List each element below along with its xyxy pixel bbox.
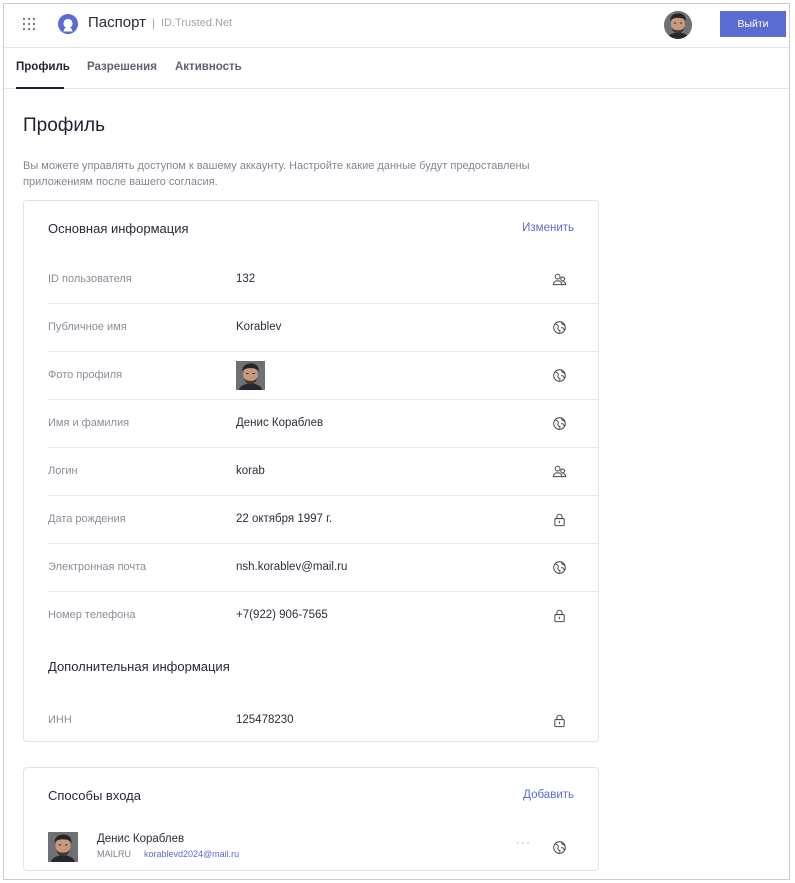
row-value: +7(922) 906-7565 — [236, 609, 328, 621]
active-tab-indicator — [16, 87, 64, 89]
basic-info-title: Основная информация — [48, 221, 189, 236]
logout-button[interactable]: Выйти — [720, 11, 786, 37]
row-label: Публичное имя — [48, 321, 127, 333]
globe-icon[interactable] — [552, 840, 567, 855]
brand-name: Паспорт — [88, 14, 146, 31]
profile-row-login: Логин korab — [48, 448, 599, 496]
profile-row-full-name: Имя и фамилия Денис Кораблев — [48, 400, 599, 448]
users-icon[interactable] — [552, 272, 567, 287]
row-label: Дата рождения — [48, 513, 126, 525]
row-value: nsh.korablev@mail.ru — [236, 561, 348, 573]
row-label: Фото профиля — [48, 369, 123, 381]
profile-row-email: Электронная почта nsh.korablev@mail.ru — [48, 544, 599, 592]
profile-row-birth-date: Дата рождения 22 октября 1997 г. — [48, 496, 599, 544]
row-value: 125478230 — [236, 714, 294, 726]
login-method-provider: MAILRU — [97, 849, 132, 859]
lock-icon[interactable] — [552, 713, 567, 728]
row-label: Имя и фамилия — [48, 417, 130, 429]
profile-row-phone: Номер телефона +7(922) 906-7565 — [48, 592, 599, 640]
profile-row-user-id: ID пользователя 132 — [48, 256, 599, 304]
profile-row-inn: ИНН 125478230 — [48, 697, 599, 745]
row-value: Korablev — [236, 321, 282, 333]
profile-row-photo: Фото профиля — [48, 352, 599, 400]
user-avatar[interactable] — [664, 11, 692, 39]
more-options-icon[interactable]: ··· — [516, 835, 531, 849]
row-label: Номер телефона — [48, 609, 136, 621]
passport-logo-icon — [58, 14, 78, 34]
tab-bar: Профиль Разрешения Активность — [4, 48, 789, 89]
profile-row-public-name: Публичное имя Korablev — [48, 304, 599, 352]
profile-photo — [236, 361, 265, 390]
lock-icon[interactable] — [552, 512, 567, 527]
tab-profile[interactable]: Профиль — [16, 61, 70, 73]
globe-icon[interactable] — [552, 416, 567, 431]
row-value: 22 октября 1997 г. — [236, 513, 333, 525]
top-bar: Паспорт | ID.Trusted.Net Выйти — [4, 4, 789, 48]
globe-icon[interactable] — [552, 368, 567, 383]
login-methods-title: Способы входа — [48, 788, 141, 803]
login-method-name: Денис Кораблев — [97, 833, 185, 845]
login-method-email: korablevd2024@mail.ru — [144, 849, 240, 859]
tab-permissions[interactable]: Разрешения — [87, 61, 157, 73]
globe-icon[interactable] — [552, 560, 567, 575]
edit-profile-button[interactable]: Изменить — [522, 222, 574, 234]
brand-domain: ID.Trusted.Net — [161, 17, 233, 29]
row-label: ИНН — [48, 714, 72, 726]
basic-info-card: Основная информация Изменить ID пользова… — [23, 200, 599, 742]
add-login-method-button[interactable]: Добавить — [523, 789, 574, 801]
page-description: Вы можете управлять доступом к вашему ак… — [23, 160, 530, 188]
row-value: 132 — [236, 273, 256, 285]
login-methods-card: Способы входа Добавить Денис Кораблев MA… — [23, 767, 599, 871]
brand-separator: | — [152, 16, 156, 30]
apps-grid-icon[interactable] — [23, 18, 37, 32]
lock-icon[interactable] — [552, 608, 567, 623]
page-title: Профиль — [23, 115, 106, 136]
row-label: Логин — [48, 465, 78, 477]
row-label: ID пользователя — [48, 273, 132, 285]
login-method-avatar — [48, 832, 78, 862]
extra-info-title: Дополнительная информация — [48, 659, 230, 674]
users-icon[interactable] — [552, 464, 567, 479]
row-value: Денис Кораблев — [236, 417, 324, 429]
tab-activity[interactable]: Активность — [175, 61, 242, 73]
row-value: korab — [236, 465, 265, 477]
globe-icon[interactable] — [552, 320, 567, 335]
row-label: Электронная почта — [48, 561, 147, 573]
app-window: Паспорт | ID.Trusted.Net Выйти Профиль Р… — [3, 3, 790, 880]
